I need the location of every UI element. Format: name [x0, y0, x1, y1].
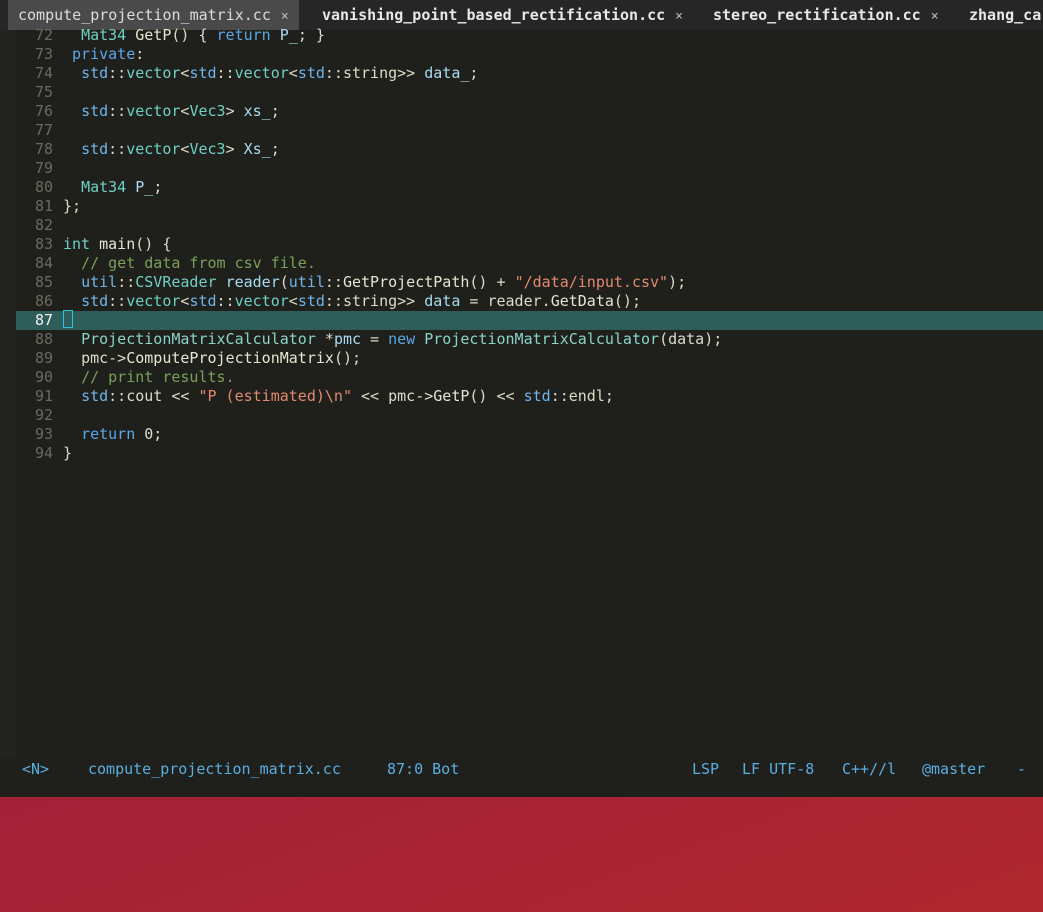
cursor-position: 87:0 Bot	[387, 760, 460, 778]
line-number: 86	[34, 292, 53, 310]
mode-indicator: <N>	[22, 760, 50, 778]
code-line: 82	[16, 216, 1043, 235]
editor-window: compute_projection_matrix.cc × vanishing_…	[0, 0, 1043, 797]
file-encoding: LF UTF-8	[742, 760, 815, 778]
code-text: std::vector<Vec3> Xs_;	[81, 140, 280, 158]
line-number: 90	[34, 368, 53, 386]
code-line: 84 // get data from csv file.	[16, 254, 1043, 273]
code-text: return 0;	[81, 425, 163, 443]
code-text: };	[63, 197, 82, 215]
code-line: 89 pmc->ComputeProjectionMatrix();	[16, 349, 1043, 368]
sign-column	[0, 30, 16, 757]
lsp-indicator[interactable]: LSP	[692, 757, 719, 782]
code-line: 74 std::vector<std::vector<std::string>>…	[16, 64, 1043, 83]
line-number: 74	[34, 64, 53, 82]
code-text: Mat34 GetP() { return P_; }	[81, 26, 325, 44]
code-line: 75	[16, 83, 1043, 102]
tab-label: stereo_rectification.cc	[713, 6, 921, 24]
code-text: pmc->ComputeProjectionMatrix();	[81, 349, 362, 367]
line-number: 83	[34, 235, 53, 253]
code-line: 79	[16, 159, 1043, 178]
line-number: 81	[34, 197, 53, 215]
line-number: 93	[34, 425, 53, 443]
code-text: ProjectionMatrixCalculator *pmc = new Pr…	[81, 330, 723, 348]
line-number: 78	[34, 140, 53, 158]
code-line: 81};	[16, 197, 1043, 216]
code-line: 80 Mat34 P_;	[16, 178, 1043, 197]
line-number: 88	[34, 330, 53, 348]
code-text: std::cout << "P (estimated)\n" << pmc->G…	[81, 387, 614, 405]
code-line: 90 // print results.	[16, 368, 1043, 387]
git-branch: @master	[922, 760, 986, 778]
line-number: 92	[34, 406, 53, 424]
code-text: Mat34 P_;	[81, 178, 163, 196]
line-number: 87	[34, 311, 53, 329]
line-number: 76	[34, 102, 53, 120]
code-line-current: 87	[16, 310, 1043, 330]
line-number: 73	[34, 45, 53, 63]
code-line: 83 int main() {	[16, 235, 1043, 254]
code-text: int main() {	[63, 235, 172, 253]
line-number: 89	[34, 349, 53, 367]
line-number: 77	[34, 121, 53, 139]
text-cursor	[63, 310, 73, 328]
code-text: // print results.	[81, 368, 235, 386]
tab-label: compute_projection_matrix.cc	[18, 6, 271, 24]
line-number: 94	[34, 444, 53, 462]
code-line: 73 private:	[16, 45, 1043, 64]
code-line: 76 std::vector<Vec3> xs_;	[16, 102, 1043, 121]
line-number: 84	[34, 254, 53, 272]
close-icon[interactable]: ×	[931, 9, 939, 24]
close-icon[interactable]: ×	[675, 9, 683, 24]
line-number: 85	[34, 273, 53, 291]
line-number: 91	[34, 387, 53, 405]
code-line: 85 util::CSVReader reader(util::GetProje…	[16, 273, 1043, 292]
close-icon[interactable]: ×	[281, 9, 289, 24]
desktop-background	[0, 797, 1043, 912]
tab-label: zhang_ca	[969, 6, 1042, 24]
code-line: 93 return 0;	[16, 425, 1043, 444]
code-line: 72 Mat34 GetP() { return P_; }	[16, 26, 1043, 45]
code-line: 94}	[16, 444, 1043, 463]
code-line: 77	[16, 121, 1043, 140]
code-line: 92	[16, 406, 1043, 425]
file-type: C++//l	[842, 760, 897, 778]
code-line: 91 std::cout << "P (estimated)\n" << pmc…	[16, 387, 1043, 406]
code-line: 86 std::vector<std::vector<std::string>>…	[16, 292, 1043, 311]
code-area[interactable]: 72 Mat34 GetP() { return P_; } 73 privat…	[16, 26, 1043, 766]
code-line: 78 std::vector<Vec3> Xs_;	[16, 140, 1043, 159]
code-text: }	[63, 444, 73, 462]
code-text: util::CSVReader reader(util::GetProjectP…	[81, 273, 687, 291]
line-number: 75	[34, 83, 53, 101]
code-text: private:	[72, 45, 145, 63]
line-number: 79	[34, 159, 53, 177]
status-bar: <N> compute_projection_matrix.cc 87:0 Bo…	[0, 757, 1043, 782]
code-text: // get data from csv file.	[81, 254, 316, 272]
line-number: 80	[34, 178, 53, 196]
code-text: std::vector<Vec3> xs_;	[81, 102, 280, 120]
tab-label: vanishing_point_based_rectification.cc	[322, 6, 666, 24]
line-number: 82	[34, 216, 53, 234]
code-text: std::vector<std::vector<std::string>> da…	[81, 64, 479, 82]
code-text: std::vector<std::vector<std::string>> da…	[81, 292, 641, 310]
status-filename: compute_projection_matrix.cc	[88, 760, 341, 778]
line-number: 72	[34, 26, 53, 44]
status-trail: -	[1017, 760, 1027, 778]
code-line: 88 ProjectionMatrixCalculator *pmc = new…	[16, 330, 1043, 349]
